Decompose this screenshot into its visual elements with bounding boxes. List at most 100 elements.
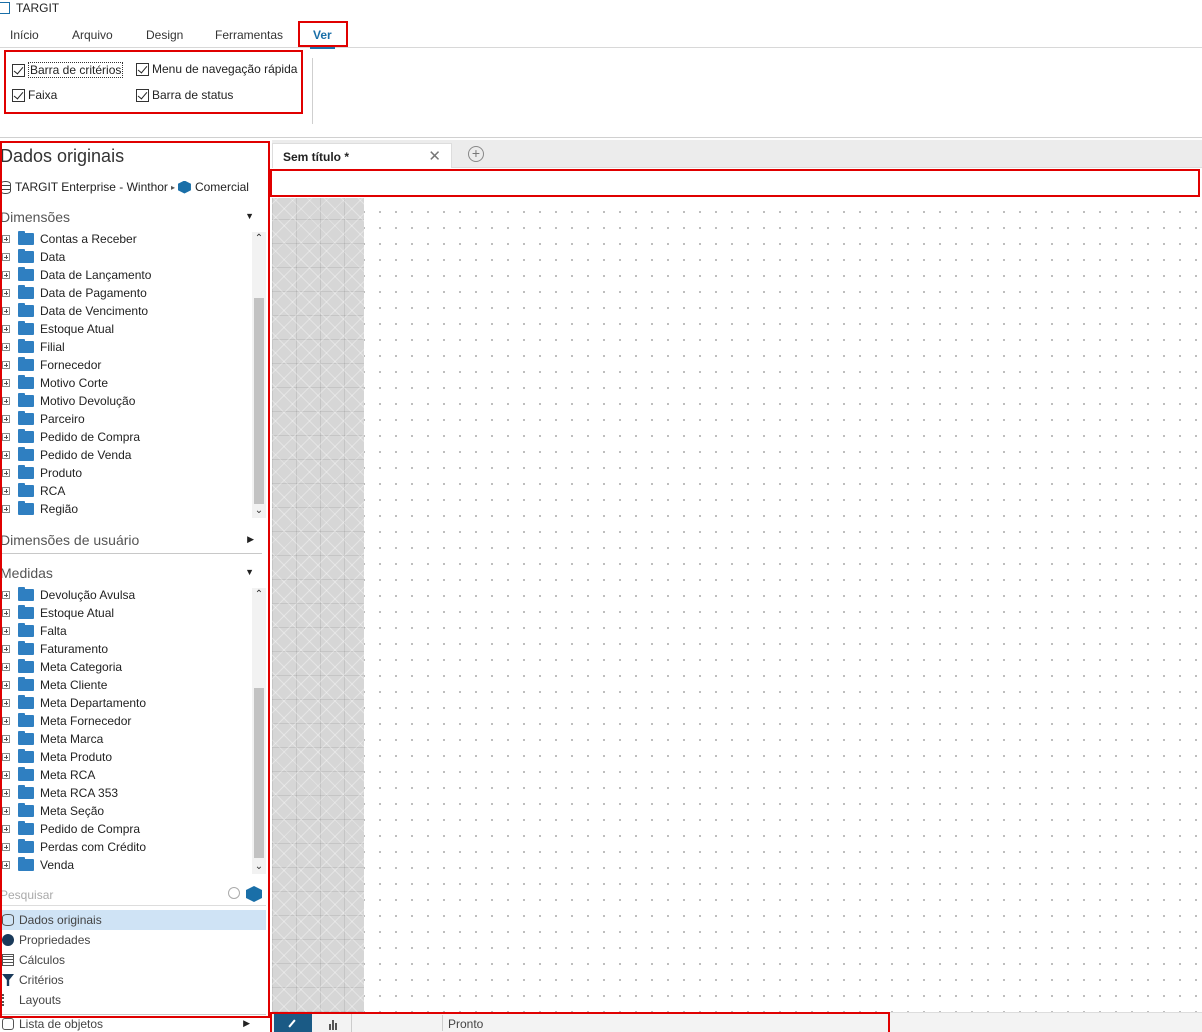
source-server[interactable]: TARGIT Enterprise - Winthor [15, 180, 168, 194]
dimensions-scrollbar[interactable]: ⌃ ⌄ [252, 232, 266, 518]
tree-item[interactable]: Pedido de Venda [0, 446, 252, 464]
expand-icon[interactable] [2, 433, 10, 441]
expand-icon[interactable] [2, 235, 10, 243]
nav-calculos[interactable]: Cálculos [0, 950, 266, 970]
tree-item[interactable]: Pedido de Compra [0, 428, 252, 446]
expand-icon[interactable] [2, 415, 10, 423]
checkbox-icon[interactable] [12, 63, 25, 77]
expand-icon[interactable] [2, 789, 10, 797]
tree-item[interactable]: Produto [0, 464, 252, 482]
tab-sem-titulo[interactable]: Sem título * ✕ [272, 143, 452, 168]
menu-arquivo[interactable]: Arquivo [72, 28, 113, 42]
checkbox-icon[interactable] [12, 88, 25, 102]
tree-item[interactable]: Filial [0, 338, 252, 356]
measures-scrollbar[interactable]: ⌃ ⌄ [252, 588, 266, 874]
tree-item[interactable]: Estoque Atual [0, 320, 252, 338]
tree-item[interactable]: Data de Vencimento [0, 302, 252, 320]
tree-item[interactable]: Meta Departamento [0, 694, 252, 712]
expand-icon[interactable] [2, 325, 10, 333]
chart-icon[interactable] [314, 1014, 352, 1032]
nav-criterios[interactable]: Critérios [0, 970, 266, 990]
tree-item[interactable]: Fornecedor [0, 356, 252, 374]
tree-item[interactable]: Meta Seção [0, 802, 252, 820]
tree-item[interactable]: Pedido de Compra [0, 820, 252, 838]
tree-item[interactable]: Estoque Atual [0, 604, 252, 622]
section-dimensoes-usuario[interactable]: Dimensões de usuário ▶ [0, 532, 262, 554]
checkbox-barra-criterios[interactable]: Barra de critérios [12, 62, 124, 78]
checkbox-icon[interactable] [136, 88, 149, 102]
design-canvas[interactable] [272, 198, 1202, 1012]
menu-design[interactable]: Design [146, 28, 183, 42]
criteria-bar[interactable] [272, 170, 1198, 196]
search-icon[interactable] [228, 887, 240, 899]
tree-item[interactable]: Meta Fornecedor [0, 712, 252, 730]
tree-item[interactable]: Meta Categoria [0, 658, 252, 676]
nav-dados-originais[interactable]: Dados originais [0, 910, 266, 930]
expand-icon[interactable] [2, 699, 10, 707]
tree-item[interactable]: Meta Marca [0, 730, 252, 748]
add-tab-icon[interactable]: + [468, 146, 484, 162]
expand-icon[interactable] [2, 807, 10, 815]
scroll-down-icon[interactable]: ⌄ [252, 860, 266, 874]
nav-layouts[interactable]: Layouts [0, 990, 266, 1010]
expand-icon[interactable] [2, 289, 10, 297]
cube-icon[interactable] [246, 886, 262, 902]
tree-item[interactable]: Perdas com Crédito [0, 838, 252, 856]
expand-icon[interactable] [2, 379, 10, 387]
expand-icon[interactable] [2, 753, 10, 761]
section-medidas[interactable]: Medidas ▼ [0, 565, 262, 583]
expand-icon[interactable] [2, 735, 10, 743]
nav-propriedades[interactable]: Propriedades [0, 930, 266, 950]
expand-icon[interactable] [2, 609, 10, 617]
expand-icon[interactable] [2, 505, 10, 513]
edit-icon[interactable] [274, 1014, 312, 1032]
close-icon[interactable]: ✕ [428, 147, 441, 165]
chevron-right-icon[interactable]: ▶ [247, 534, 254, 545]
scroll-up-icon[interactable]: ⌃ [252, 232, 266, 246]
scroll-thumb[interactable] [254, 688, 264, 858]
tree-item[interactable]: Motivo Corte [0, 374, 252, 392]
expand-icon[interactable] [2, 663, 10, 671]
tree-item[interactable]: Motivo Devolução [0, 392, 252, 410]
expand-icon[interactable] [2, 645, 10, 653]
expand-icon[interactable] [2, 771, 10, 779]
checkbox-icon[interactable] [136, 62, 149, 76]
expand-icon[interactable] [2, 451, 10, 459]
source-cube[interactable]: Comercial [195, 180, 249, 194]
tree-item[interactable]: Região [0, 500, 252, 518]
expand-icon[interactable] [2, 825, 10, 833]
tree-item[interactable]: Devolução Avulsa [0, 586, 252, 604]
section-dimensoes[interactable]: Dimensões ▼ [0, 209, 262, 227]
tree-item[interactable]: Data de Lançamento [0, 266, 252, 284]
expand-icon[interactable] [2, 843, 10, 851]
tree-item[interactable]: Contas a Receber [0, 230, 252, 248]
tree-item[interactable]: Meta RCA [0, 766, 252, 784]
expand-icon[interactable] [2, 717, 10, 725]
tree-item[interactable]: Data de Pagamento [0, 284, 252, 302]
checkbox-menu-navegacao[interactable]: Menu de navegação rápida [136, 62, 297, 76]
tree-item[interactable]: Venda [0, 856, 252, 874]
expand-icon[interactable] [2, 307, 10, 315]
expand-icon[interactable] [2, 253, 10, 261]
expand-icon[interactable] [2, 397, 10, 405]
tree-item[interactable]: Data [0, 248, 252, 266]
checkbox-barra-status[interactable]: Barra de status [136, 88, 233, 102]
menu-ferramentas[interactable]: Ferramentas [215, 28, 283, 42]
scroll-thumb[interactable] [254, 298, 264, 504]
expand-icon[interactable] [2, 487, 10, 495]
expand-icon[interactable] [2, 591, 10, 599]
tree-item[interactable]: Meta RCA 353 [0, 784, 252, 802]
tree-item[interactable]: Faturamento [0, 640, 252, 658]
expand-icon[interactable] [2, 469, 10, 477]
expand-icon[interactable] [2, 861, 10, 869]
scroll-down-icon[interactable]: ⌄ [252, 504, 266, 518]
menu-inicio[interactable]: Início [10, 28, 39, 42]
search-input[interactable] [0, 887, 220, 903]
chevron-down-icon[interactable]: ▼ [245, 567, 254, 577]
expand-icon[interactable] [2, 627, 10, 635]
expand-icon[interactable] [2, 271, 10, 279]
menu-ver[interactable]: Ver [310, 28, 335, 49]
tree-item[interactable]: RCA [0, 482, 252, 500]
tree-item[interactable]: Falta [0, 622, 252, 640]
checkbox-faixa[interactable]: Faixa [12, 88, 57, 102]
